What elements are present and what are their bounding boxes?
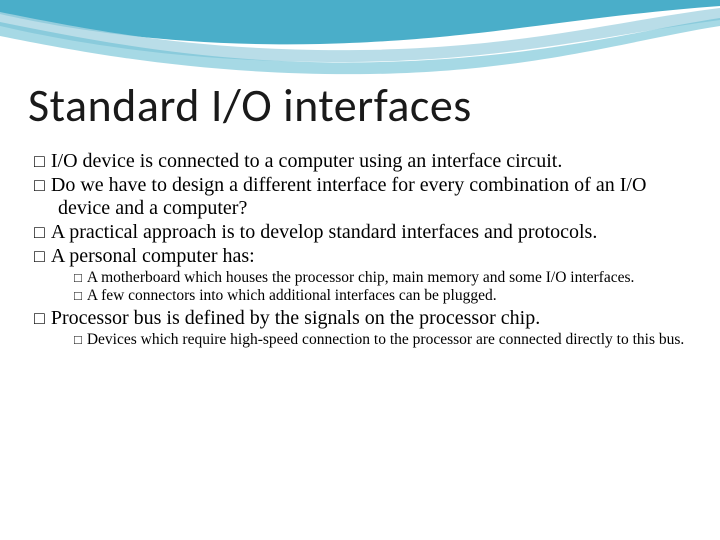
slide-title: Standard I/O interfaces: [28, 78, 472, 134]
bullet-level1: A personal computer has:: [34, 245, 690, 268]
bullet-level2: A motherboard which houses the processor…: [34, 269, 690, 287]
bullet-level1: A practical approach is to develop stand…: [34, 221, 690, 244]
slide: Standard I/O interfaces I/O device is co…: [0, 0, 720, 540]
bullet-level1: I/O device is connected to a computer us…: [34, 150, 690, 173]
bullet-level2: A few connectors into which additional i…: [34, 287, 690, 305]
bullet-level2: Devices which require high-speed connect…: [34, 331, 690, 349]
bullet-level1: Processor bus is defined by the signals …: [34, 307, 690, 330]
slide-content: I/O device is connected to a computer us…: [34, 150, 690, 348]
decorative-swoosh: [0, 0, 720, 80]
bullet-level1: Do we have to design a different interfa…: [34, 174, 690, 220]
